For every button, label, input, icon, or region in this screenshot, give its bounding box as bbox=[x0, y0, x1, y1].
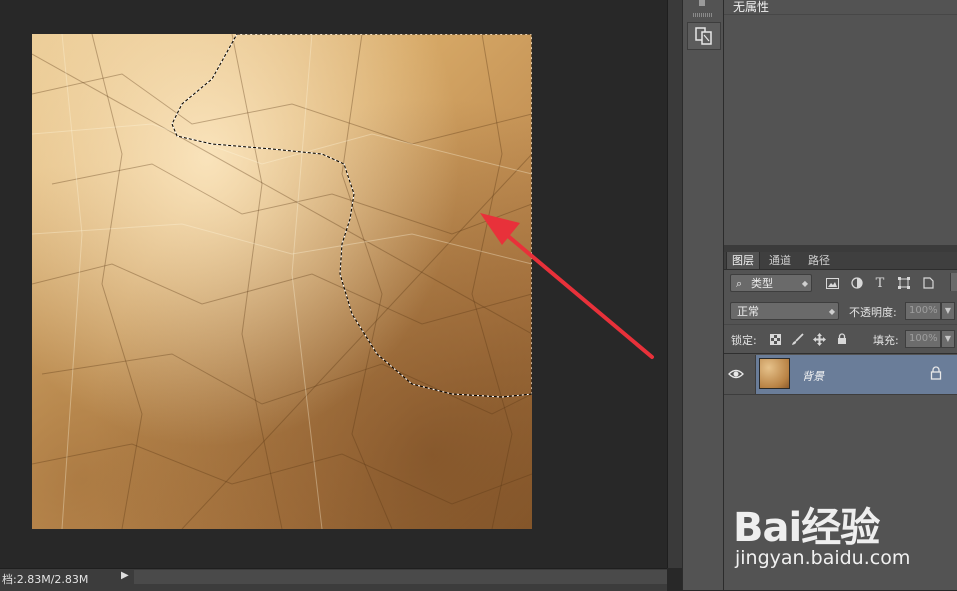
fill-label: 填充: bbox=[873, 334, 899, 347]
properties-panel-title: 无属性 bbox=[733, 0, 770, 14]
baidu-jingyan-watermark-logo: Bai经验 bbox=[733, 505, 880, 551]
panel-dock-strip bbox=[682, 0, 724, 590]
dock-collapse-icon[interactable] bbox=[699, 0, 705, 6]
visibility-eye-icon[interactable] bbox=[728, 366, 744, 385]
status-menu-arrow-icon[interactable]: ▶ bbox=[121, 570, 129, 581]
lock-transparent-icon[interactable] bbox=[767, 331, 783, 347]
lock-position-icon[interactable] bbox=[811, 331, 827, 347]
horizontal-scrollbar[interactable] bbox=[134, 570, 667, 584]
tab-paths[interactable]: 路径 bbox=[803, 252, 835, 269]
lock-image-icon[interactable] bbox=[789, 331, 805, 347]
document-image-crumpled-paper[interactable] bbox=[32, 34, 532, 529]
properties-panel bbox=[724, 0, 957, 245]
divider bbox=[724, 14, 957, 15]
chevron-updown-icon: ◆ bbox=[801, 279, 808, 288]
filter-toggle-button[interactable] bbox=[950, 273, 957, 291]
layer-name[interactable]: 背景 bbox=[802, 368, 824, 384]
dock-grip-icon[interactable] bbox=[693, 13, 713, 17]
clone-source-panel-button[interactable] bbox=[687, 22, 721, 50]
type-filter-icon[interactable]: T bbox=[872, 275, 888, 291]
blend-mode-select[interactable]: 正常 ◆ bbox=[730, 302, 839, 320]
divider bbox=[755, 355, 756, 394]
divider bbox=[724, 394, 957, 395]
paper-texture bbox=[32, 34, 532, 529]
annotation-arrow-icon bbox=[480, 213, 654, 359]
opacity-input[interactable]: 100% bbox=[905, 302, 941, 320]
adjustment-filter-icon[interactable] bbox=[849, 275, 865, 291]
lock-all-icon[interactable] bbox=[834, 331, 850, 347]
tab-layers[interactable]: 图层 bbox=[726, 252, 760, 269]
search-icon: ⌕ bbox=[736, 277, 743, 290]
smart-object-filter-icon[interactable] bbox=[920, 275, 936, 291]
layer-lock-icon bbox=[930, 366, 942, 383]
blend-mode-value: 正常 bbox=[737, 305, 759, 318]
vertical-scrollbar[interactable] bbox=[667, 0, 682, 568]
layer-thumbnail[interactable] bbox=[759, 358, 790, 389]
divider bbox=[724, 324, 957, 325]
panel-separator[interactable] bbox=[724, 245, 957, 252]
opacity-label: 不透明度: bbox=[849, 306, 897, 319]
fill-input[interactable]: 100% bbox=[905, 330, 941, 348]
layer-filter-value: 类型 bbox=[751, 277, 773, 290]
lock-label: 锁定: bbox=[731, 334, 757, 347]
document-size-status: 档:2.83M/2.83M bbox=[2, 573, 89, 586]
layer-filter-select[interactable]: ⌕ 类型 ◆ bbox=[730, 274, 812, 292]
divider bbox=[724, 353, 957, 354]
shape-filter-icon[interactable] bbox=[896, 275, 912, 291]
fill-dropdown-button[interactable]: ▼ bbox=[941, 330, 955, 348]
tab-channels[interactable]: 通道 bbox=[764, 252, 796, 269]
clone-source-icon bbox=[695, 27, 712, 45]
opacity-dropdown-button[interactable]: ▼ bbox=[941, 302, 955, 320]
chevron-updown-icon: ◆ bbox=[828, 307, 835, 316]
watermark-url: jingyan.baidu.com bbox=[735, 547, 911, 569]
image-filter-icon[interactable] bbox=[824, 275, 840, 291]
